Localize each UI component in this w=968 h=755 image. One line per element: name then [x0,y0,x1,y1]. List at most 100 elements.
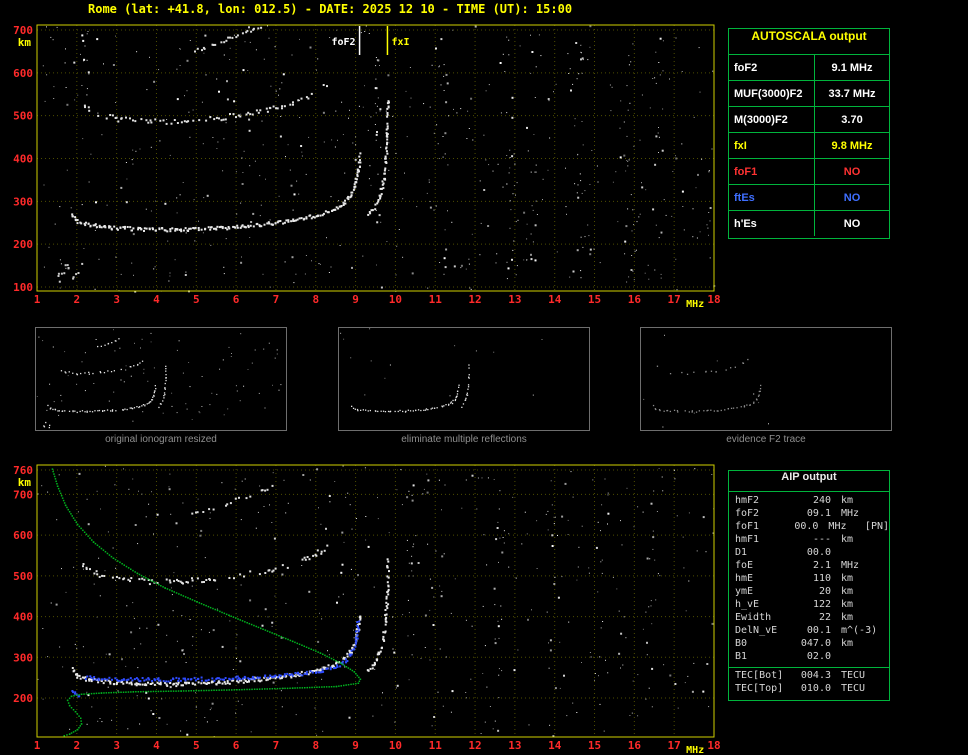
autoscala-row-label: ftEs [729,185,815,210]
autoscala-window: Rome (lat: +41.8, lon: 012.5) - DATE: 20… [0,0,968,755]
autoscala-row-label: h'Es [729,211,815,236]
svg-text:11: 11 [429,739,443,752]
svg-text:9: 9 [352,739,359,752]
panel-evidence-f2-trace [640,327,892,431]
aip-row-n: DelN_vE [735,625,778,636]
svg-text:14: 14 [548,739,562,752]
aip-row-n: hmF2 [735,495,760,506]
panel-eliminate-reflections [338,327,590,431]
caption-eliminate-reflections: eliminate multiple reflections [401,434,527,445]
svg-text:16: 16 [628,293,642,306]
aip-row-u: m^(-3) [841,625,878,636]
svg-text:6: 6 [233,293,240,306]
svg-text:6: 6 [233,739,240,752]
autoscala-row: h'Es NO [729,211,889,236]
aip-row-e [883,638,889,651]
svg-text:16: 16 [628,739,642,752]
autoscala-row-label: MUF(3000)F2 [729,81,815,106]
svg-text:2: 2 [74,293,81,306]
autoscala-row-value: NO [843,165,861,178]
aip-row: DelN_vE 00.1 m^(-3) [729,625,889,638]
aip-row-v: 047.0 [800,638,831,649]
autoscala-row: MUF(3000)F2 33.7 MHz [729,81,889,107]
aip-row-v: 00.0 [806,547,831,558]
aip-row-e [883,586,889,599]
svg-text:km: km [18,476,32,489]
aip-row-u [831,651,883,664]
aip-table-separator [729,667,889,668]
aip-row-u: km [841,495,854,506]
svg-text:17: 17 [668,293,681,306]
aip-row-v: 122 [812,599,831,610]
svg-text:14: 14 [548,293,562,306]
aip-row: B1 02.0 [729,651,889,664]
aip-row-n: Ewidth [735,612,772,623]
aip-row-n: B1 [735,651,748,662]
svg-text:11: 11 [429,293,443,306]
aip-row: foE 2.1 MHz [729,560,889,573]
aip-row: hmF1 --- km [729,534,889,547]
svg-text:13: 13 [508,739,521,752]
aip-output-table: AIP output hmF2 240 km foF2 09.1 MHz foF1 00.0 M… [728,470,890,701]
autoscala-row-value: NO [843,217,861,230]
aip-row: ymE 20 km [729,586,889,599]
svg-text:10: 10 [389,293,402,306]
aip-row-u: km [841,612,854,623]
svg-text:100: 100 [13,281,33,294]
svg-text:10: 10 [389,739,402,752]
svg-text:5: 5 [193,739,200,752]
svg-text:7: 7 [273,739,280,752]
svg-text:1: 1 [34,293,41,306]
aip-row-e [883,683,889,696]
autoscala-row-value: 3.70 [841,113,863,126]
aip-row: hmE 110 km [729,573,889,586]
aip-row-u: MHz [841,560,860,571]
aip-row-e [883,651,889,664]
svg-text:18: 18 [707,739,720,752]
svg-text:8: 8 [312,739,319,752]
svg-text:1: 1 [34,739,41,752]
svg-text:km: km [18,36,32,49]
aip-row: hmF2 240 km [729,495,889,508]
aip-row-u: km [841,599,854,610]
autoscala-table-title: AUTOSCALA output [729,29,889,55]
svg-text:3: 3 [113,739,120,752]
aip-row-u: TECU [841,670,866,681]
autoscala-row-value: 9.8 MHz [831,139,873,152]
svg-text:12: 12 [468,739,481,752]
aip-row-e [883,670,889,683]
svg-text:500: 500 [13,110,33,123]
aip-row-v: 240 [812,495,831,506]
svg-text:600: 600 [13,529,33,542]
aip-row: TEC[Bot] 004.3 TECU [729,670,889,683]
aip-row: h_vE 122 km [729,599,889,612]
autoscala-row-value: 9.1 MHz [831,61,873,74]
svg-text:700: 700 [13,488,33,501]
svg-text:200: 200 [13,692,33,705]
svg-text:200: 200 [13,238,33,251]
aip-row-n: TEC[Bot] [735,670,784,681]
aip-row-v: 00.1 [806,625,831,636]
aip-row-n: foF2 [735,508,760,519]
aip-row-v: 22 [818,612,831,623]
caption-original-ionogram: original ionogram resized [105,434,217,445]
autoscala-row: fxI 9.8 MHz [729,133,889,159]
svg-text:8: 8 [312,293,319,306]
aip-row-u: km [841,573,854,584]
svg-text:400: 400 [13,153,33,166]
aip-row-n: B0 [735,638,748,649]
aip-table-title: AIP output [729,471,889,492]
autoscala-table-rows: foF2 9.1 MHz MUF(3000)F2 33.7 MHz M(3000)F2 3… [729,55,889,236]
aip-row-e [883,625,889,638]
aip-row-u: km [841,586,854,597]
autoscala-output-table: AUTOSCALA output foF2 9.1 MHz MUF(3000)F2 3… [728,28,890,239]
aip-row-e [883,573,889,586]
aip-table-rows: hmF2 240 km foF2 09.1 MHz foF1 00.0 MHz [PN] hmF1 -… [729,492,889,664]
aip-row-u: MHz [841,508,860,519]
aip-row-n: foF1 [735,521,760,532]
aip-row-e [883,547,889,560]
svg-text:5: 5 [193,293,200,306]
autoscala-row-label: fxI [729,133,815,158]
aip-row-n: D1 [735,547,748,558]
svg-text:13: 13 [508,293,521,306]
